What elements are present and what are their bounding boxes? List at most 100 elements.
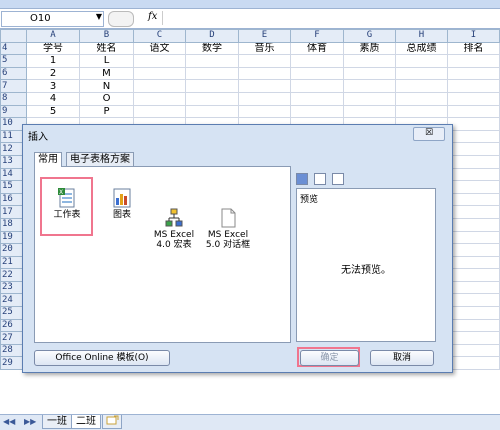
cell[interactable]	[447, 180, 500, 194]
cell[interactable]	[447, 230, 500, 245]
column-header[interactable]: F	[290, 29, 344, 43]
row-header[interactable]: 6	[0, 66, 27, 81]
tab-general[interactable]: 常用	[34, 152, 62, 167]
chevron-down-icon[interactable]: ▼	[96, 12, 102, 21]
column-header[interactable]: H	[395, 29, 448, 43]
cell[interactable]	[395, 54, 448, 68]
list-view-icon[interactable]	[314, 173, 327, 185]
cell[interactable]	[290, 79, 344, 93]
cell[interactable]	[290, 54, 344, 68]
cell[interactable]	[447, 331, 500, 345]
cell[interactable]	[343, 91, 396, 106]
cell[interactable]	[290, 66, 344, 81]
ok-button[interactable]: 确定	[300, 350, 359, 366]
cell[interactable]: 学号	[26, 41, 80, 56]
cell[interactable]	[447, 192, 500, 207]
cancel-button[interactable]: 取消	[370, 350, 434, 366]
cell[interactable]	[185, 91, 239, 106]
cell[interactable]: 姓名	[79, 41, 134, 56]
cell[interactable]: 2	[26, 66, 80, 81]
cell[interactable]	[133, 104, 186, 119]
cell[interactable]	[290, 91, 344, 106]
cell[interactable]	[447, 79, 500, 93]
cell[interactable]	[238, 79, 291, 93]
cell[interactable]	[343, 66, 396, 81]
tab-spreadsheet-solutions[interactable]: 电子表格方案	[66, 152, 134, 166]
cell[interactable]	[185, 79, 239, 93]
cell[interactable]	[447, 268, 500, 282]
cell[interactable]	[447, 104, 500, 119]
cell[interactable]	[343, 104, 396, 119]
cell[interactable]	[395, 66, 448, 81]
cell[interactable]	[290, 104, 344, 119]
cell[interactable]: 4	[26, 91, 80, 106]
cell[interactable]	[447, 243, 500, 257]
cell[interactable]	[395, 104, 448, 119]
close-button[interactable]: ☒	[413, 127, 445, 141]
name-box[interactable]: O10 ▼	[1, 11, 104, 27]
cell[interactable]: 排名	[447, 41, 500, 56]
last-sheet-icon[interactable]: ▶▶	[24, 417, 36, 426]
cell[interactable]: 音乐	[238, 41, 291, 56]
cell[interactable]	[133, 91, 186, 106]
select-all-corner[interactable]	[0, 29, 27, 43]
row-header[interactable]: 5	[0, 54, 27, 68]
item-excel4-macro[interactable]: MS Excel 4.0 宏表	[151, 188, 197, 250]
column-header[interactable]: A	[26, 29, 80, 43]
column-header[interactable]: D	[185, 29, 239, 43]
cell[interactable]	[395, 79, 448, 93]
cell[interactable]	[133, 66, 186, 81]
cell[interactable]	[447, 318, 500, 333]
cell[interactable]	[447, 142, 500, 156]
column-header[interactable]: G	[343, 29, 396, 43]
row-header[interactable]: 8	[0, 91, 27, 106]
large-icons-icon[interactable]	[296, 173, 308, 185]
cell[interactable]	[238, 66, 291, 81]
first-sheet-icon[interactable]: ◀◀	[3, 417, 15, 426]
column-header[interactable]: C	[133, 29, 186, 43]
cell[interactable]	[447, 356, 500, 371]
cell[interactable]: 体育	[290, 41, 344, 56]
cell[interactable]: 素质	[343, 41, 396, 56]
row-header[interactable]: 4	[0, 41, 27, 56]
cell[interactable]	[133, 79, 186, 93]
cell[interactable]: 语文	[133, 41, 186, 56]
row-header[interactable]: 9	[0, 104, 27, 119]
cell[interactable]	[343, 79, 396, 93]
cell[interactable]	[447, 129, 500, 144]
cell[interactable]	[343, 54, 396, 68]
item-worksheet[interactable]: X 工作表	[45, 188, 89, 220]
cell[interactable]	[447, 167, 500, 182]
cell[interactable]	[447, 54, 500, 68]
cell[interactable]	[447, 280, 500, 295]
fx-icon[interactable]: fx	[148, 11, 157, 22]
cell[interactable]	[447, 91, 500, 106]
cell[interactable]	[447, 217, 500, 232]
cell[interactable]	[238, 104, 291, 119]
cell[interactable]	[447, 66, 500, 81]
cell[interactable]: 3	[26, 79, 80, 93]
office-online-templates-button[interactable]: Office Online 模板(O)	[34, 350, 170, 366]
cell[interactable]	[447, 205, 500, 219]
cell[interactable]: N	[79, 79, 134, 93]
item-excel5-dialog[interactable]: MS Excel 5.0 对话框	[203, 188, 253, 250]
item-chart[interactable]: 图表	[107, 188, 137, 220]
cell[interactable]	[133, 54, 186, 68]
details-view-icon[interactable]	[332, 173, 345, 185]
cell[interactable]: L	[79, 54, 134, 68]
sheet-tab[interactable]: 一班	[42, 415, 72, 429]
cell[interactable]	[447, 343, 500, 358]
cell[interactable]: 数学	[185, 41, 239, 56]
cell[interactable]	[447, 293, 500, 308]
cell[interactable]: 5	[26, 104, 80, 119]
cell[interactable]: 总成绩	[395, 41, 448, 56]
cell[interactable]	[395, 91, 448, 106]
formula-scroll-button[interactable]	[108, 11, 134, 27]
cell[interactable]: 1	[26, 54, 80, 68]
column-header[interactable]: B	[79, 29, 134, 43]
cell[interactable]	[185, 104, 239, 119]
new-sheet-icon[interactable]	[102, 415, 122, 429]
cell[interactable]: O	[79, 91, 134, 106]
column-header[interactable]: E	[238, 29, 291, 43]
cell[interactable]	[238, 54, 291, 68]
